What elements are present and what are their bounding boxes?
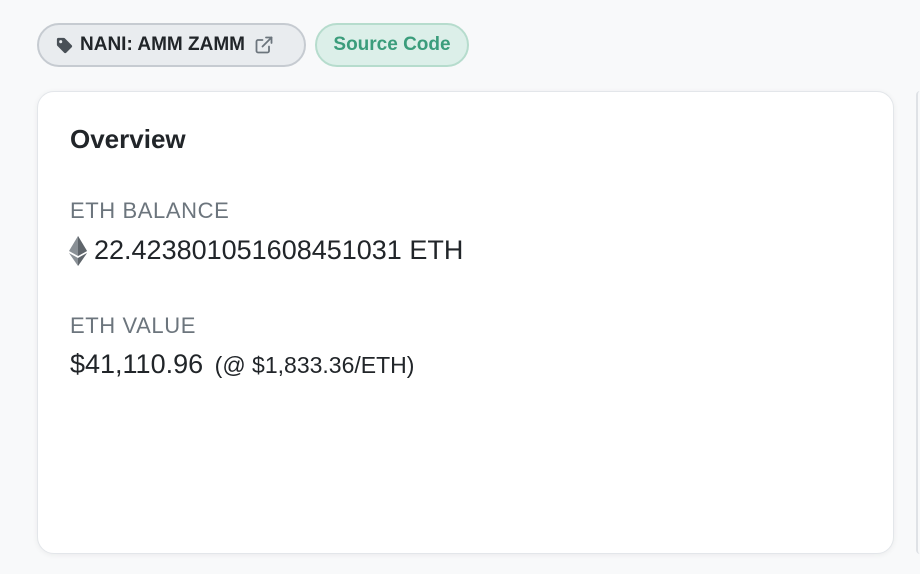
eth-value-row: $41,110.96 (@ $1,833.36/ETH) <box>70 349 414 380</box>
name-tag[interactable]: NANI: AMM ZAMM <box>37 23 306 67</box>
adjacent-card-edge <box>916 91 920 554</box>
name-tag-label: NANI: AMM ZAMM <box>80 34 245 55</box>
eth-price: (@ $1,833.36/ETH) <box>214 352 415 378</box>
page: NANI: AMM ZAMM Source Code Overview ETH … <box>0 0 920 574</box>
tag-icon <box>55 36 74 55</box>
source-code-label: Source Code <box>333 34 451 55</box>
eth-value-label: ETH VALUE <box>70 313 197 338</box>
ethereum-icon <box>69 235 87 266</box>
source-code-tag[interactable]: Source Code <box>315 23 469 67</box>
eth-value-amount: $41,110.96 <box>70 349 204 379</box>
tag-bar: NANI: AMM ZAMM Source Code <box>37 23 469 67</box>
eth-balance-value: 22.423801051608451031 ETH <box>94 235 464 265</box>
eth-balance-row: 22.423801051608451031 ETH <box>69 235 463 266</box>
overview-card: Overview ETH BALANCE 22.4238010516084510… <box>37 91 894 554</box>
external-link-icon[interactable] <box>253 34 275 56</box>
overview-title: Overview <box>70 124 186 154</box>
eth-balance-label: ETH BALANCE <box>70 198 230 223</box>
